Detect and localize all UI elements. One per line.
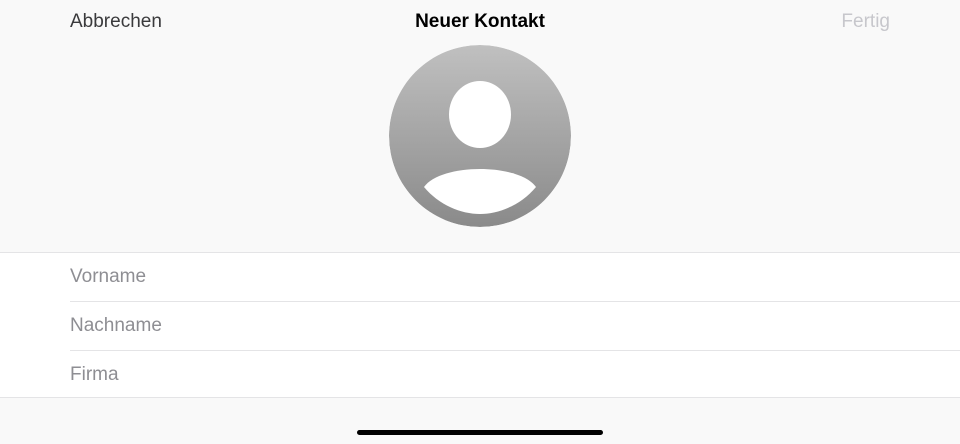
navigation-bar: Abbrechen Neuer Kontakt Fertig (0, 0, 960, 44)
last-name-row (70, 301, 960, 350)
company-field[interactable] (70, 351, 930, 399)
home-indicator[interactable] (357, 430, 603, 435)
first-name-field[interactable] (70, 253, 930, 301)
first-name-row (70, 253, 960, 301)
contact-form (0, 252, 960, 399)
last-name-field[interactable] (70, 302, 930, 350)
company-row (70, 350, 960, 399)
contact-photo-button[interactable] (389, 45, 571, 227)
person-placeholder-icon (389, 45, 571, 227)
cancel-button[interactable]: Abbrechen (70, 11, 162, 33)
new-contact-screen: Abbrechen Neuer Kontakt Fertig (0, 0, 960, 444)
done-button[interactable]: Fertig (841, 11, 890, 33)
